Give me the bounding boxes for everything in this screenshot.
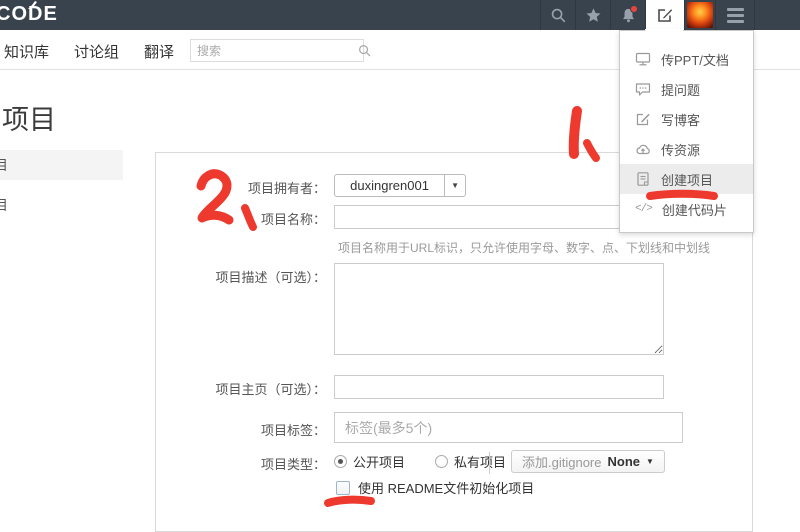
page-title: 项目: [2, 98, 56, 137]
add-gitignore-dropdown[interactable]: 添加.gitignore None ▼: [511, 450, 665, 473]
sidebar-item-new-project[interactable]: 目: [0, 150, 123, 180]
readme-checkbox-label: 使用 README文件初始化项目: [358, 478, 534, 497]
compose-dropdown-menu: 传PPT/文档 提问题 写博客 传资源 创建项目 </>: [619, 30, 754, 233]
subnav-item-translate[interactable]: 翻译: [144, 41, 174, 62]
menu-item-upload-resource[interactable]: 传资源: [620, 134, 753, 164]
navbar-hamburger-button[interactable]: [715, 0, 755, 30]
project-owner-value: duxingren001: [335, 175, 444, 196]
chevron-down-icon: ▼: [444, 175, 465, 196]
project-description-label: 项目描述（可选）：: [156, 263, 334, 286]
chevron-down-icon: ▼: [646, 457, 654, 466]
user-avatar: [687, 2, 713, 28]
sidebar-item-import-project[interactable]: 目: [0, 190, 123, 220]
radio-private-project[interactable]: 私有项目: [435, 452, 506, 471]
notification-dot: [630, 5, 638, 13]
menu-item-upload-ppt-doc[interactable]: 传PPT/文档: [620, 44, 753, 74]
comment-icon: [635, 81, 651, 97]
handwritten-1: [574, 111, 577, 154]
document-icon: [635, 171, 651, 187]
project-homepage-row: 项目主页（可选）：: [156, 375, 752, 399]
project-homepage-label: 项目主页（可选）：: [156, 375, 334, 398]
search-input[interactable]: [191, 44, 358, 58]
edit-icon: [635, 111, 651, 127]
project-tags-row: 项目标签：: [156, 412, 752, 443]
navbar-star-button[interactable]: [575, 0, 610, 30]
project-type-label: 项目类型：: [156, 452, 334, 473]
divider: [489, 452, 490, 474]
menu-item-ask-question[interactable]: 提问题: [620, 74, 753, 104]
radio-selected-icon: [334, 455, 347, 468]
rocket-icon: [27, 0, 39, 10]
project-owner-select[interactable]: duxingren001 ▼: [334, 174, 466, 197]
hamburger-menu-icon: [727, 8, 744, 23]
dropdown-connector: [645, 29, 683, 32]
code-icon: </>: [635, 203, 652, 215]
project-description-row: 项目描述（可选）：: [156, 263, 752, 355]
subnav-item-discuss[interactable]: 讨论组: [74, 41, 119, 62]
compose-icon: [656, 6, 674, 24]
project-owner-label: 项目拥有者：: [156, 174, 334, 197]
search-icon: [358, 44, 371, 57]
project-tags-input[interactable]: [334, 412, 683, 443]
project-type-row: 项目类型： 公开项目 私有项目 添加.gitignore None ▼: [156, 452, 752, 473]
menu-item-create-snippet[interactable]: </> 创建代码片: [620, 194, 753, 224]
project-homepage-input[interactable]: [334, 375, 664, 399]
menu-item-write-blog[interactable]: 写博客: [620, 104, 753, 134]
readme-init-row: 使用 README文件初始化项目: [336, 478, 534, 497]
project-description-textarea[interactable]: [334, 263, 664, 355]
project-name-label: 项目名称：: [156, 205, 334, 228]
navbar-avatar-button[interactable]: [684, 0, 715, 30]
project-name-help-text: 项目名称用于URL标识，只允许使用字母、数字、点、下划线和中划线: [338, 239, 710, 256]
subnav-search-box: [190, 39, 364, 62]
readme-checkbox[interactable]: [336, 481, 350, 495]
star-icon: [585, 7, 602, 24]
subnav-item-knowledge[interactable]: 知识库: [4, 41, 49, 62]
radio-unselected-icon: [435, 455, 448, 468]
cloud-upload-icon: [635, 141, 651, 157]
menu-item-create-project[interactable]: 创建项目: [620, 164, 753, 194]
monitor-icon: [635, 51, 651, 67]
navbar-notifications-button[interactable]: [610, 0, 645, 30]
navbar-search-button[interactable]: [540, 0, 575, 30]
top-navbar: CODE: [0, 0, 800, 30]
radio-public-project[interactable]: 公开项目: [334, 452, 405, 471]
project-tags-label: 项目标签：: [156, 412, 334, 439]
search-icon: [550, 7, 567, 24]
navbar-compose-button[interactable]: [645, 0, 684, 30]
